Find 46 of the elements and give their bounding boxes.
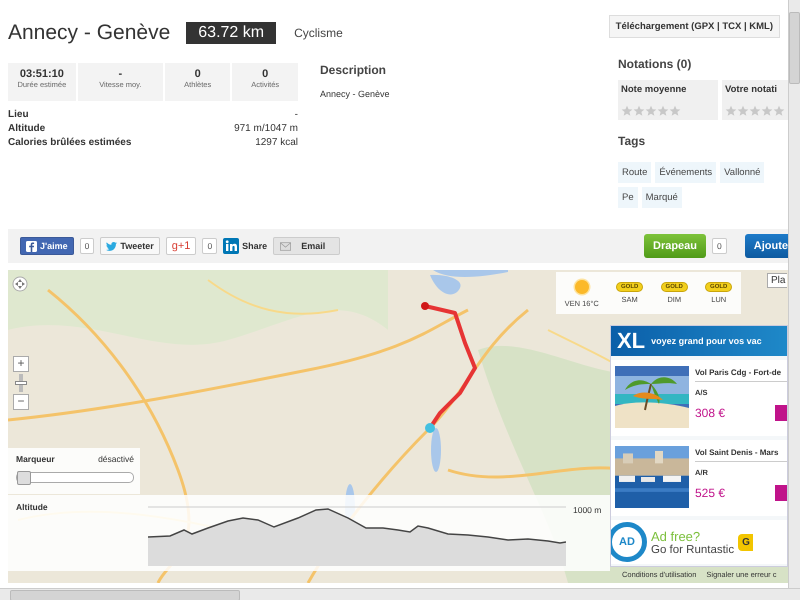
section-heading: Notations (0) xyxy=(618,57,692,71)
star-icon[interactable] xyxy=(725,105,737,117)
section-heading: Description xyxy=(320,63,388,77)
add-button[interactable]: Ajoute xyxy=(744,234,788,258)
share-button[interactable]: Email xyxy=(273,237,340,255)
linkedin-icon xyxy=(223,238,240,254)
sport-label: Cyclisme xyxy=(294,26,343,40)
rating-card: Note moyenne xyxy=(618,80,718,120)
vertical-scrollbar[interactable] xyxy=(788,0,800,588)
star-icon[interactable] xyxy=(621,105,633,117)
bird-icon xyxy=(106,240,118,252)
star-icon[interactable] xyxy=(773,105,785,117)
tag[interactable]: Vallonné xyxy=(720,162,764,183)
star-icon[interactable] xyxy=(657,105,669,117)
download-button[interactable]: Téléchargement (GPX | TCX | KML) xyxy=(608,14,780,38)
share-count: 0 xyxy=(202,238,218,254)
detail-value: - xyxy=(294,109,298,120)
facebook-icon xyxy=(26,240,37,252)
share-button[interactable]: Tweeter xyxy=(100,237,160,255)
tag[interactable]: Route xyxy=(618,162,652,183)
detail-value: 971 m/1047 m xyxy=(234,123,298,134)
envelope-icon xyxy=(280,240,292,252)
description-text: Annecy - Genève xyxy=(320,89,391,99)
route-title: Annecy - Genève xyxy=(8,21,170,45)
detail-label: Lieu xyxy=(8,109,29,120)
flag-count: 0 xyxy=(712,238,727,254)
detail-label: Altitude xyxy=(8,123,46,134)
star-icon[interactable] xyxy=(737,105,749,117)
star-icon[interactable] xyxy=(645,105,657,117)
distance-badge: 63.72 km xyxy=(186,22,276,44)
share-button[interactable]: Share xyxy=(223,240,268,252)
share-button[interactable]: J'aime xyxy=(20,237,74,255)
star-icon[interactable] xyxy=(669,105,681,117)
horizontal-scrollbar[interactable] xyxy=(0,588,800,600)
tag[interactable]: Marqué xyxy=(642,187,682,208)
star-icon[interactable] xyxy=(749,105,761,117)
section-heading: Tags xyxy=(618,134,646,148)
share-button[interactable]: g+1 xyxy=(166,237,196,255)
star-icon[interactable] xyxy=(633,105,645,117)
star-icon[interactable] xyxy=(761,105,773,117)
detail-label: Calories brûlées estimées xyxy=(8,137,132,148)
tag[interactable]: Pe xyxy=(618,187,638,208)
rating-card: Votre notati xyxy=(722,80,788,120)
detail-value: 1297 kcal xyxy=(255,137,298,148)
tag[interactable]: Événements xyxy=(655,162,716,183)
share-count: 0 xyxy=(80,238,94,254)
